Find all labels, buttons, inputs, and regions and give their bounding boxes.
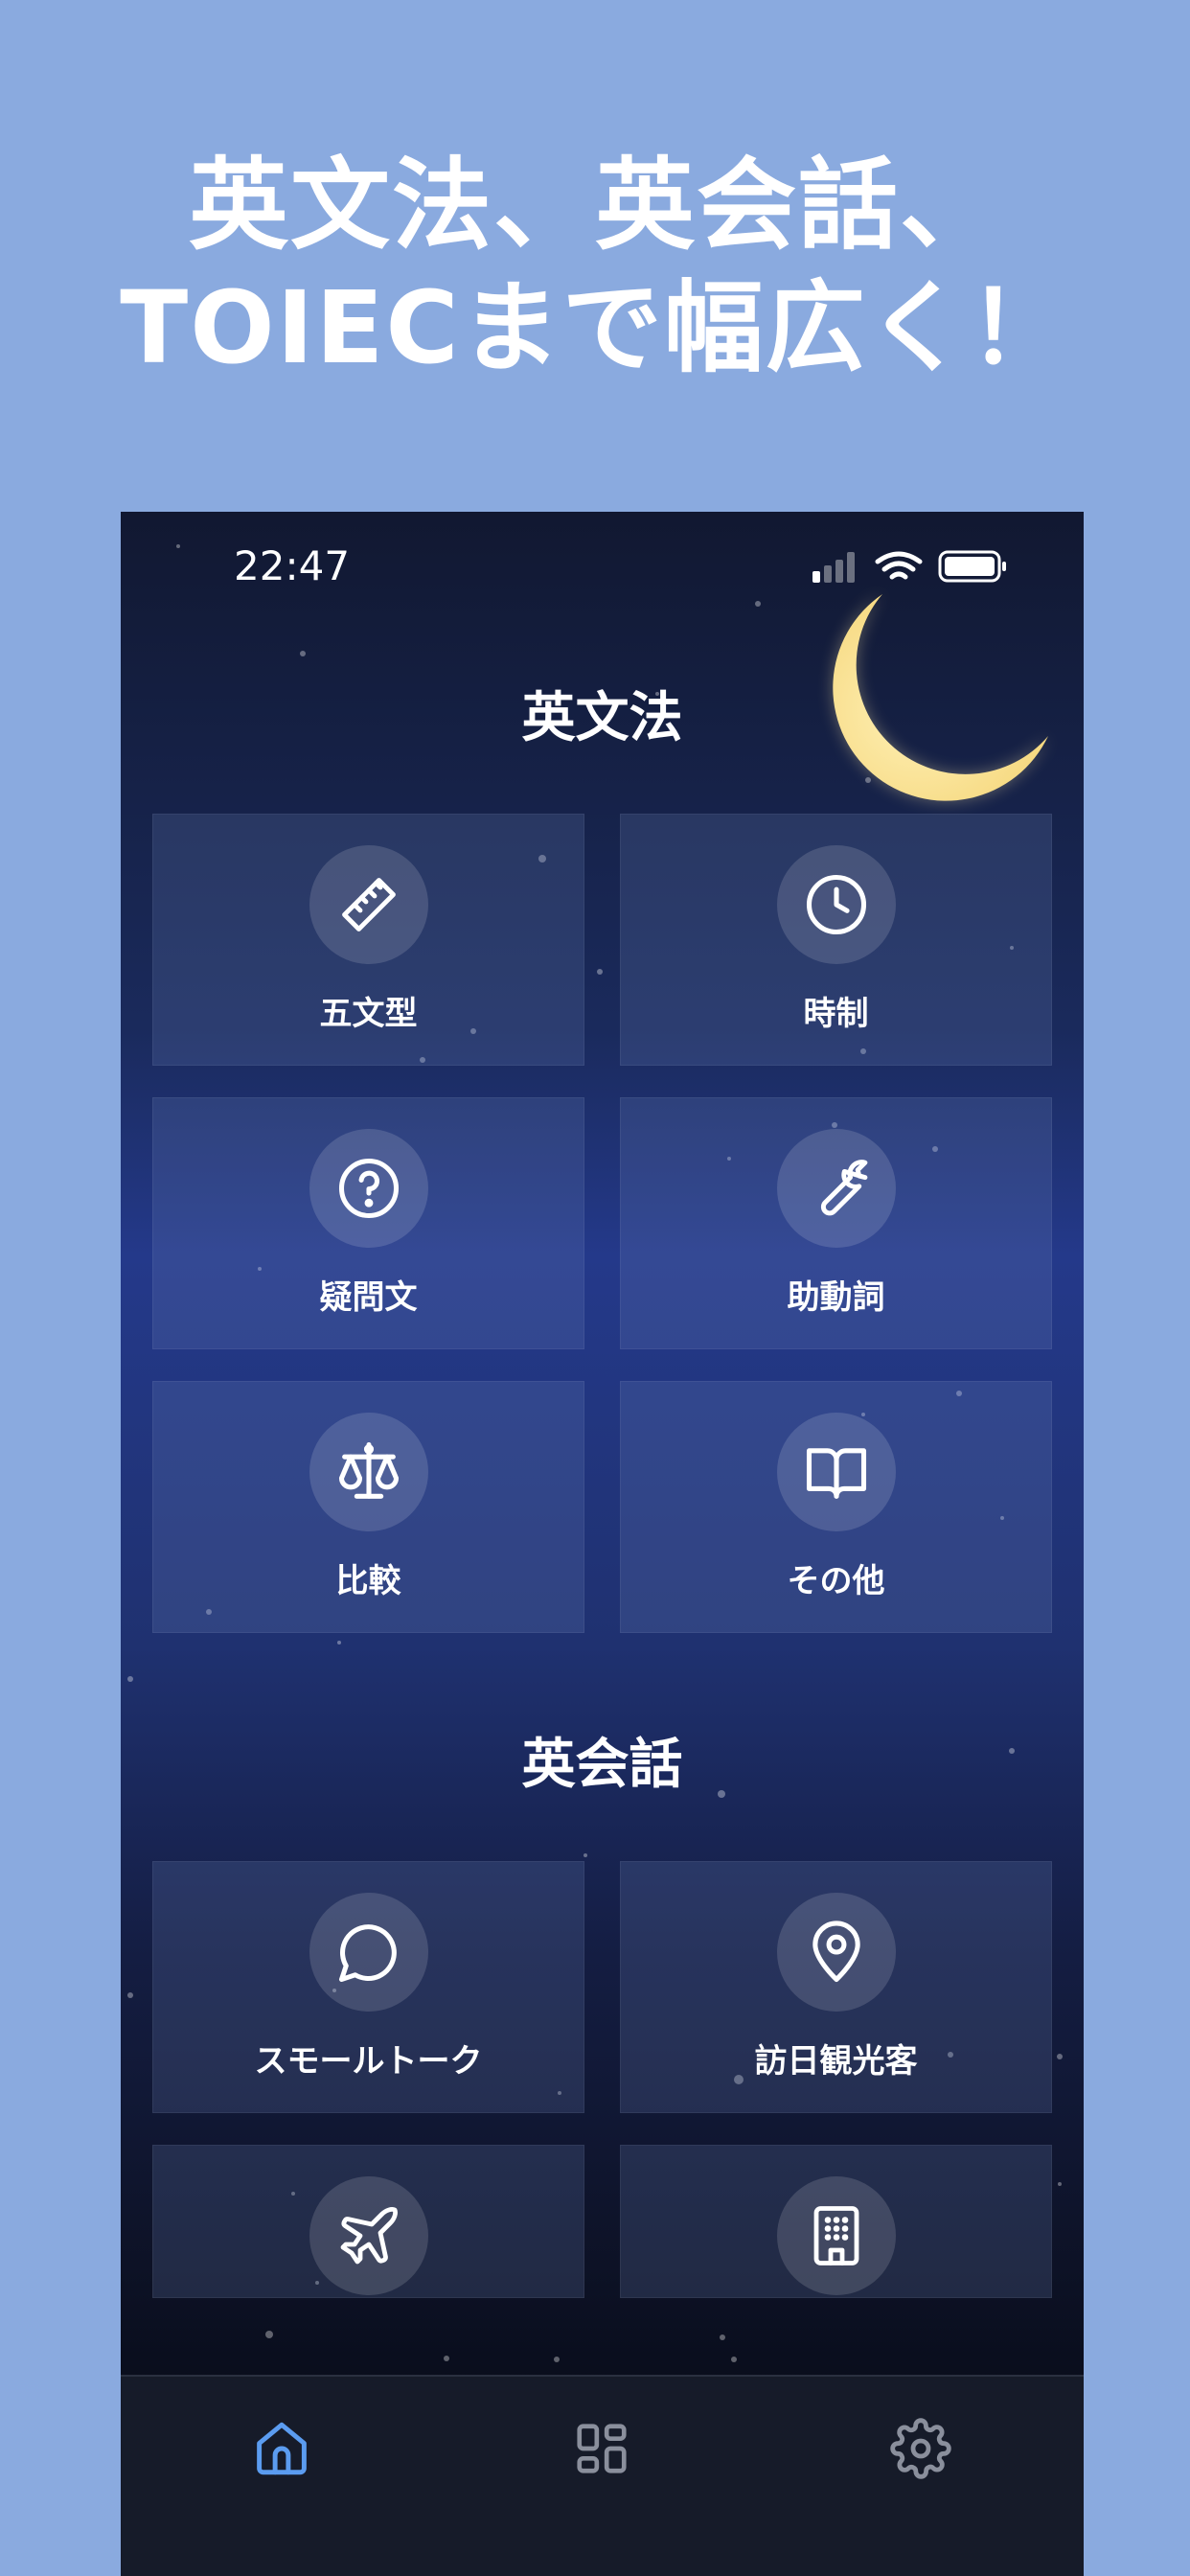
card-five-patterns[interactable]: 五文型 xyxy=(152,814,584,1066)
card-others[interactable]: その他 xyxy=(620,1381,1052,1633)
card-label: 比較 xyxy=(335,1562,401,1600)
ruler-icon xyxy=(342,878,396,932)
card-inbound-tourists[interactable]: 訪日観光客 xyxy=(620,1861,1052,2113)
scales-icon xyxy=(338,1441,400,1499)
card-label: 助動詞 xyxy=(787,1278,885,1317)
airplane-icon xyxy=(340,2207,398,2265)
card-auxiliary-verbs[interactable]: 助動詞 xyxy=(620,1097,1052,1349)
card-label: スモールトーク xyxy=(254,2042,483,2081)
tab-home[interactable] xyxy=(248,2415,315,2482)
card-label: 疑問文 xyxy=(319,1278,418,1317)
card-label: 時制 xyxy=(803,995,869,1033)
tab-categories[interactable] xyxy=(568,2415,635,2482)
card-business[interactable] xyxy=(620,2145,1052,2298)
card-label: 五文型 xyxy=(319,995,418,1033)
conversation-section-title: 英会話 xyxy=(521,1734,683,1796)
question-circle-icon xyxy=(338,1158,400,1219)
map-pin-icon xyxy=(812,1920,860,1983)
grid-icon xyxy=(577,2424,627,2473)
home-icon xyxy=(257,2422,307,2475)
phone-screen: 22:47 英文法 五文型 時制 疑問文 助動詞 比較 その他 英会話 スモール… xyxy=(121,512,1084,2576)
tab-settings[interactable] xyxy=(887,2415,954,2482)
card-comparison[interactable]: 比較 xyxy=(152,1381,584,1633)
card-label: その他 xyxy=(787,1562,885,1600)
gear-icon xyxy=(890,2418,951,2479)
clock-icon xyxy=(806,874,867,935)
headline-line-2: TOIECまで幅広く！ xyxy=(120,269,1070,386)
headline-line-1: 英文法、英会話、 xyxy=(188,147,1001,264)
promo-headline: 英文法、英会話、 TOIECまで幅広く！ xyxy=(0,144,1190,389)
status-time: 22:47 xyxy=(234,542,351,589)
card-label: 訪日観光客 xyxy=(754,2042,918,2081)
card-tense[interactable]: 時制 xyxy=(620,814,1052,1066)
grammar-section-title: 英文法 xyxy=(521,687,683,749)
tab-bar xyxy=(121,2375,1084,2576)
card-questions[interactable]: 疑問文 xyxy=(152,1097,584,1349)
book-open-icon xyxy=(806,1448,867,1499)
chat-bubble-icon xyxy=(338,1924,397,1983)
card-small-talk[interactable]: スモールトーク xyxy=(152,1861,584,2113)
wrench-icon xyxy=(820,1160,868,1216)
wifi-icon xyxy=(875,551,923,580)
building-icon xyxy=(813,2206,859,2266)
card-travel[interactable] xyxy=(152,2145,584,2298)
